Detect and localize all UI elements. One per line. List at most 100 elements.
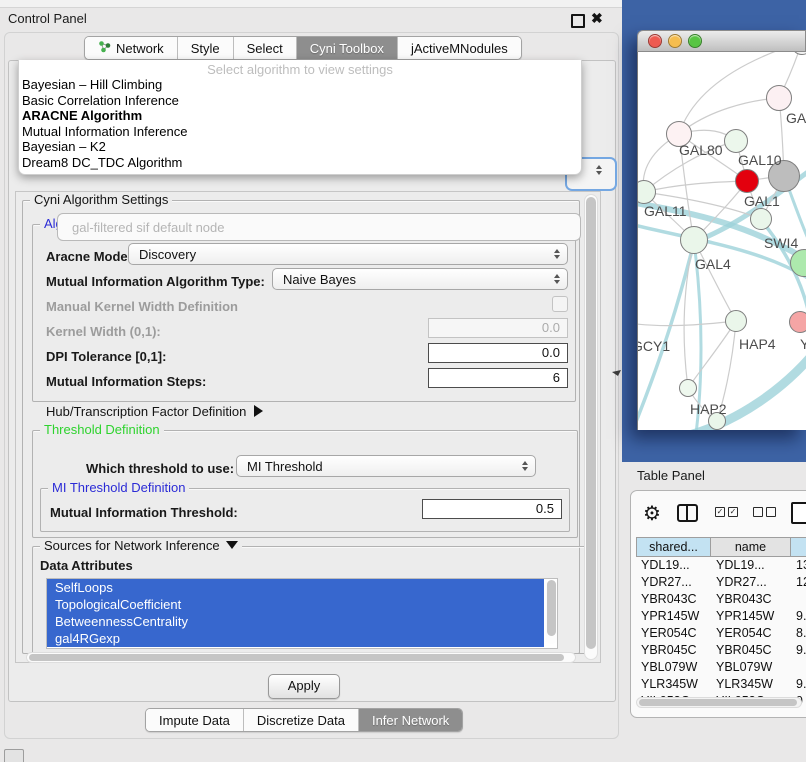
table-hscroll-thumb[interactable] xyxy=(639,699,797,706)
table-row[interactable]: YBR045CYBR045C9. xyxy=(636,642,806,659)
network-node[interactable] xyxy=(789,311,806,333)
control-panel-title: Control Panel xyxy=(8,11,87,26)
mi-algorithm-type-value: Naive Bayes xyxy=(273,272,552,287)
which-threshold-combo[interactable]: MI Threshold xyxy=(236,455,536,477)
network-node[interactable] xyxy=(724,129,748,153)
window-minimize-button[interactable] xyxy=(668,34,682,48)
tab-infer-network[interactable]: Infer Network xyxy=(359,709,462,731)
mi-steps-input[interactable]: 6 xyxy=(428,368,568,388)
algorithm-option-basic-correlation-inference[interactable]: Basic Correlation Inference xyxy=(19,93,581,109)
table-row[interactable]: YER054CYER054C8. xyxy=(636,625,806,642)
table-row[interactable]: YPR145WYPR145W9. xyxy=(636,608,806,625)
network-node[interactable] xyxy=(750,208,772,230)
gear-icon[interactable]: ⚙ xyxy=(643,501,661,526)
network-edge[interactable] xyxy=(688,321,736,388)
close-icon[interactable]: ✖ xyxy=(591,10,603,27)
data-attribute-item[interactable]: TopologicalCoefficient xyxy=(47,596,544,613)
settings-hscroll-thumb[interactable] xyxy=(29,654,564,661)
tab-jactivemnodules[interactable]: jActiveMNodules xyxy=(398,37,521,59)
data-attributes-list[interactable]: SelfLoopsTopologicalCoefficientBetweenne… xyxy=(46,578,558,649)
which-threshold-label: Which threshold to use: xyxy=(86,461,234,476)
network-edge[interactable] xyxy=(638,224,806,282)
kernel-width-input[interactable]: 0.0 xyxy=(428,318,568,338)
table-row[interactable]: YBL079WYBL079W xyxy=(636,659,806,676)
document-icon[interactable] xyxy=(791,502,806,524)
table-horizontal-scrollbar[interactable] xyxy=(636,697,802,708)
table-cell: 12 xyxy=(791,574,806,591)
list-scrollbar[interactable] xyxy=(546,580,557,644)
network-node[interactable] xyxy=(735,169,759,193)
data-attribute-item[interactable]: SelfLoops xyxy=(47,579,544,596)
window-close-button[interactable] xyxy=(648,34,662,48)
settings-vscroll-thumb[interactable] xyxy=(586,197,596,649)
checked-box-icon[interactable]: ✓ xyxy=(715,507,725,517)
settings-horizontal-scrollbar[interactable] xyxy=(26,652,576,663)
algorithm-option-mutual-information-inference[interactable]: Mutual Information Inference xyxy=(19,124,581,140)
float-window-icon[interactable] xyxy=(571,14,585,28)
column-header-name[interactable]: name xyxy=(711,537,791,557)
column-layout-icon[interactable] xyxy=(677,504,698,522)
table-row[interactable]: YDR27...YDR27...12 xyxy=(636,574,806,591)
hub-definition-label: Hub/Transcription Factor Definition xyxy=(46,404,246,419)
collapse-down-icon[interactable] xyxy=(226,541,238,549)
network-edge[interactable] xyxy=(686,348,806,430)
unchecked-box-icon[interactable] xyxy=(766,507,776,517)
network-node[interactable] xyxy=(679,379,697,397)
network-node[interactable] xyxy=(766,85,792,111)
node-label-gal80: GAL80 xyxy=(679,142,723,158)
table-panel-area: Table Panel ⚙ ✓ ✓ shared...nameA YDL19..… xyxy=(622,462,806,762)
window-top-strip xyxy=(0,0,622,8)
table-cell: YDL19... xyxy=(636,557,711,574)
table-cell: YBR043C xyxy=(711,591,791,608)
settings-vertical-scrollbar[interactable] xyxy=(584,194,598,660)
aracne-mode-value: Discovery xyxy=(129,247,552,262)
network-node[interactable] xyxy=(725,310,747,332)
table-cell: YDL19... xyxy=(711,557,791,574)
algorithm-option-bayesian-hill-climbing[interactable]: Bayesian – Hill Climbing xyxy=(19,77,581,93)
tab-discretize-data[interactable]: Discretize Data xyxy=(244,709,359,731)
collapsed-panel-button[interactable] xyxy=(4,749,24,762)
checked-box-icon[interactable]: ✓ xyxy=(728,507,738,517)
network-edge[interactable] xyxy=(644,181,747,192)
tab-impute-data[interactable]: Impute Data xyxy=(146,709,244,731)
table-panel-title: Table Panel xyxy=(637,468,705,483)
list-scrollbar-thumb[interactable] xyxy=(547,580,556,636)
column-header-shared[interactable]: shared... xyxy=(636,537,711,557)
tab-style[interactable]: Style xyxy=(178,37,234,59)
dpi-tolerance-input[interactable]: 0.0 xyxy=(428,343,568,363)
network-node[interactable] xyxy=(680,226,708,254)
data-attributes-label: Data Attributes xyxy=(40,558,133,573)
table-row[interactable]: YDL19...YDL19...13 xyxy=(636,557,806,574)
tab-select[interactable]: Select xyxy=(234,37,297,59)
node-label-gal: GAL xyxy=(786,110,806,126)
window-zoom-button[interactable] xyxy=(688,34,702,48)
network-selection-value: gal-filtered sif default node xyxy=(72,220,224,235)
network-edge[interactable] xyxy=(679,98,779,134)
data-attribute-item[interactable]: gal4RGexp xyxy=(47,630,544,647)
tab-cyni-toolbox[interactable]: Cyni Toolbox xyxy=(297,37,398,59)
table-row[interactable]: YBR043CYBR043C xyxy=(636,591,806,608)
unchecked-box-icon[interactable] xyxy=(753,507,763,517)
network-edge[interactable] xyxy=(684,240,694,388)
table-window: ⚙ ✓ ✓ shared...nameA YDL19...YDL19...13Y… xyxy=(630,490,806,718)
aracne-mode-label: Aracne Mode: xyxy=(46,249,132,264)
mi-algorithm-type-combo[interactable]: Naive Bayes xyxy=(272,268,568,290)
mi-algorithm-type-label: Mutual Information Algorithm Type: xyxy=(46,274,265,289)
hub-definition-expander[interactable]: Hub/Transcription Factor Definition xyxy=(46,404,263,419)
mi-threshold-input[interactable]: 0.5 xyxy=(422,499,562,519)
manual-kernel-width-checkbox[interactable] xyxy=(552,296,568,312)
apply-button[interactable]: Apply xyxy=(268,674,340,699)
algorithm-option-bayesian-k2[interactable]: Bayesian – K2 xyxy=(19,139,581,155)
network-edge[interactable] xyxy=(638,242,694,430)
aracne-mode-combo[interactable]: Discovery xyxy=(128,243,568,265)
network-selection-combo[interactable]: gal-filtered sif default node xyxy=(57,213,581,241)
network-canvas[interactable]: GALGAL80GAL10GAL1GAL11SWI4GAL4GCY1HAP4YH… xyxy=(637,52,806,430)
network-window-titlebar[interactable] xyxy=(637,30,806,52)
tab-network[interactable]: Network xyxy=(85,37,178,59)
network-edge[interactable] xyxy=(638,321,736,326)
column-header-a[interactable]: A xyxy=(791,537,806,557)
table-row[interactable]: YLR345WYLR345W9. xyxy=(636,676,806,693)
algorithm-option-aracne-algorithm[interactable]: ARACNE Algorithm xyxy=(19,108,581,124)
data-attribute-item[interactable]: BetweennessCentrality xyxy=(47,613,544,630)
algorithm-option-dream8-dc-tdc-algorithm[interactable]: Dream8 DC_TDC Algorithm xyxy=(19,155,581,171)
